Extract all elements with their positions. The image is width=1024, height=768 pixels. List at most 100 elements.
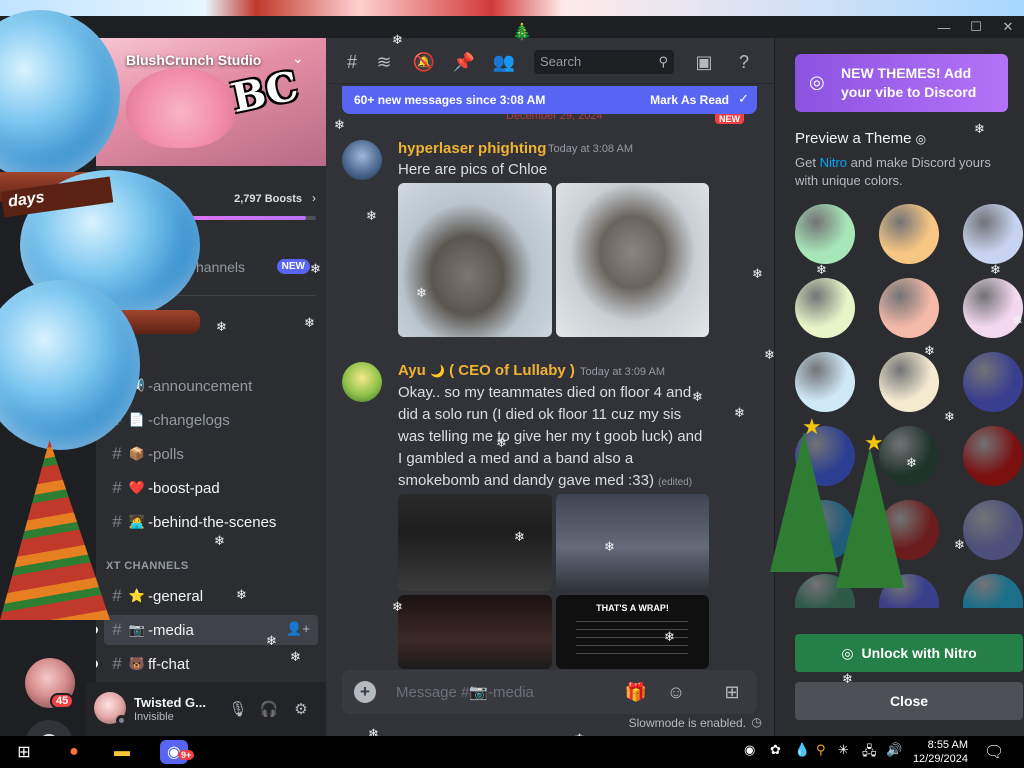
game-screenshot-1[interactable] (398, 494, 552, 591)
channel-general[interactable]: # ⭐ -general (104, 581, 318, 611)
close-button[interactable]: Close (795, 682, 1023, 720)
windows-start-icon[interactable]: ⊞ (12, 740, 36, 764)
microphone-icon[interactable]: 🎙 (227, 698, 249, 720)
chevron-down-icon[interactable]: ⌄ (292, 50, 304, 67)
snowflake-icon: ❄ (334, 117, 345, 132)
theme-swatch[interactable] (795, 278, 855, 338)
new-messages-tag: NEW (715, 114, 744, 124)
unread-indicator (96, 626, 98, 634)
add-member-icon[interactable]: 👤+ (286, 621, 310, 637)
discord-tray-icon[interactable]: ◉ (744, 742, 755, 758)
maximize-button[interactable]: ☐ (960, 16, 992, 38)
channel-polls[interactable]: # 📦 -polls (104, 439, 318, 469)
search-tray-icon[interactable]: ⚲ (816, 742, 826, 758)
desktop-wallpaper-strip (0, 0, 1024, 16)
drop-tray-icon[interactable]: 💧 (794, 742, 810, 758)
theme-swatch[interactable] (963, 574, 1023, 608)
channel-changelogs[interactable]: # 📄 -changelogs (104, 405, 318, 435)
network-icon[interactable]: 🖧 (862, 742, 877, 764)
snowflake-icon: ❄ (954, 537, 965, 552)
snowflake-icon: ❄ (310, 261, 321, 276)
inbox-icon[interactable]: ▣ (692, 50, 716, 74)
channel-media[interactable]: # 📷 -media 👤+ (96, 615, 318, 645)
cat-photo-2[interactable] (556, 183, 709, 337)
snowflake-icon: ❄ (496, 435, 507, 450)
mark-as-read-button[interactable]: Mark As Read (650, 93, 729, 107)
preview-title: Preview a Theme ◎ (795, 130, 926, 147)
game-screenshot-3[interactable] (398, 595, 552, 669)
nitro-icon: ◎ (809, 72, 825, 92)
banner-mascot (126, 68, 236, 148)
theme-swatch[interactable] (879, 278, 939, 338)
volume-icon[interactable]: 🔊 (886, 742, 902, 758)
message-input[interactable] (396, 682, 616, 702)
chat-area: # ≋ 🔕 📌 👥 Search ⚲ ▣ ? December 29, 2024… (326, 38, 774, 736)
text-channels-category[interactable]: XT CHANNELS (106, 560, 189, 572)
theme-swatch[interactable] (963, 352, 1023, 412)
snowflake-icon: ❄ (416, 285, 427, 300)
gear-icon[interactable]: ⚙ (290, 698, 312, 720)
theme-swatch[interactable] (879, 204, 939, 264)
theme-swatch[interactable] (963, 204, 1023, 264)
theme-swatch[interactable] (879, 352, 939, 412)
theme-swatch[interactable] (963, 500, 1023, 560)
snowflake-icon: ❄ (734, 405, 745, 420)
server-mention-badge: 45 (50, 693, 75, 709)
snowflake-icon: ❄ (990, 262, 1001, 277)
search-input[interactable]: Search ⚲ (534, 50, 674, 74)
channel-boost-pad[interactable]: # ❤️ -boost-pad (104, 473, 318, 503)
preview-prefix: Get (795, 155, 816, 170)
game-screenshot-4[interactable]: THAT'S A WRAP! (556, 595, 709, 669)
channel-emoji: 🐻 (128, 656, 146, 671)
hash-icon: # (112, 478, 122, 497)
snowflake-icon: ❄ (692, 389, 703, 404)
cat-photo-1[interactable] (398, 183, 552, 337)
nitro-themes-banner[interactable]: ◎ NEW THEMES! Add your vibe to Discord (795, 54, 1008, 112)
game-screenshot-2[interactable] (556, 494, 709, 591)
threads-icon[interactable]: ≋ (372, 50, 396, 74)
headphones-icon[interactable]: 🎧 (258, 698, 280, 720)
close-window-button[interactable]: ✕ (992, 16, 1024, 38)
help-icon[interactable]: ? (732, 50, 756, 74)
folder-icon[interactable]: ▬ (110, 740, 134, 764)
theme-swatch[interactable] (963, 426, 1023, 486)
app-tray-icon[interactable]: ✿ (770, 742, 781, 758)
snowflake-icon: ❄ (1012, 313, 1023, 328)
snowflake-icon: ❄ (604, 539, 615, 554)
message-author[interactable]: Ayu 🌙 ( CEO of Lullaby ) (398, 362, 575, 379)
emoji-icon[interactable]: ☺ (664, 680, 688, 704)
taskbar-clock[interactable]: 8:55 AM 12/29/2024 (913, 738, 968, 766)
message-text: Here are pics of Chloe (398, 161, 548, 178)
message-author[interactable]: hyperlaser phighting (398, 140, 546, 157)
add-attachment-button[interactable]: + (354, 681, 376, 703)
channel-name: -behind-the-scenes (148, 513, 277, 531)
new-messages-bar[interactable]: 60+ new messages since 3:08 AM Mark As R… (342, 86, 757, 114)
notification-icon[interactable]: 🗨 (984, 742, 1004, 762)
gift-icon[interactable]: 🎁 (624, 680, 648, 704)
brightness-icon[interactable]: ✳ (838, 742, 849, 758)
snowflake-icon: ❄ (816, 262, 827, 277)
members-icon[interactable]: 👥 (492, 50, 516, 74)
message-timestamp: Today at 3:09 AM (580, 366, 665, 378)
avatar[interactable] (342, 140, 382, 180)
snowflake-icon: ❄ (366, 208, 377, 223)
apps-icon[interactable]: ⊞ (720, 680, 744, 704)
theme-swatch[interactable] (963, 278, 1023, 338)
avatar[interactable] (342, 362, 382, 402)
mute-bell-icon[interactable]: 🔕 (412, 50, 436, 74)
server-name[interactable]: BlushCrunch Studio (126, 52, 261, 68)
theme-swatch[interactable] (795, 352, 855, 412)
channel-ff-chat[interactable]: # 🐻 ff-chat (96, 649, 318, 679)
channel-behind-the-scenes[interactable]: # 🧑‍💻 -behind-the-scenes (104, 507, 318, 537)
unlock-with-nitro-button[interactable]: ◎ Unlock with Nitro (795, 634, 1023, 672)
nitro-link[interactable]: Nitro (820, 155, 847, 170)
nitro-icon: ◎ (841, 644, 854, 661)
pin-icon[interactable]: 📌 (452, 50, 476, 74)
snowflake-icon: ❄ (290, 649, 301, 664)
snowflake-icon: ❄ (764, 347, 775, 362)
firefox-icon[interactable]: ● (62, 740, 86, 764)
theme-swatch[interactable] (795, 204, 855, 264)
snowflake-icon: ❄ (924, 343, 935, 358)
user-name[interactable]: Twisted G... (134, 695, 206, 710)
minimize-button[interactable]: — (928, 16, 960, 38)
